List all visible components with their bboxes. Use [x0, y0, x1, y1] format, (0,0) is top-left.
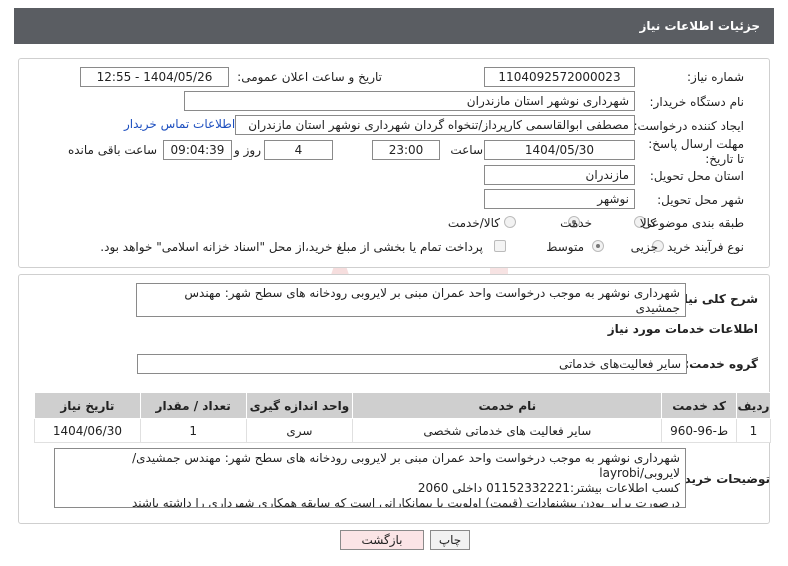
treasury-payment-note: پرداخت تمام یا بخشی از مبلغ خرید،از محل … — [100, 240, 483, 254]
service-group-field[interactable]: سایر فعالیت‌های خدماتی — [137, 354, 687, 374]
page-title: جزئیات اطلاعات نیاز — [14, 8, 774, 44]
cell-service-code: ط-96-960 — [661, 418, 737, 443]
table-header-row: ردیف کد خدمت نام خدمت واحد اندازه گیری ت… — [34, 392, 772, 419]
process-option-minor: جزیی — [630, 240, 658, 254]
announce-datetime-label: تاریخ و ساعت اعلان عمومی: — [237, 70, 382, 84]
print-button[interactable]: چاپ — [430, 530, 470, 550]
category-radio-goods-service[interactable] — [504, 216, 516, 228]
delivery-province-field[interactable]: مازندران — [484, 165, 635, 185]
need-number-label: شماره نیاز: — [687, 70, 744, 84]
summary-textbox[interactable]: شهرداری نوشهر به موجب درخواست واحد عمران… — [136, 283, 686, 317]
col-header-need-date: تاریخ نیاز — [34, 392, 141, 419]
cell-row-number: 1 — [735, 418, 772, 443]
buyer-contact-link[interactable]: اطلاعات تماس خریدار — [124, 117, 235, 131]
announce-datetime-field[interactable]: 1404/05/26 - 12:55 — [80, 67, 229, 87]
buyer-notes-line-4: درصورت برابر بودن پیشنهادات (قیمت) اولوی… — [132, 496, 680, 508]
service-group-label: گروه خدمت: — [684, 357, 758, 371]
delivery-city-label: شهر محل تحویل: — [657, 193, 744, 207]
cell-quantity: 1 — [139, 418, 247, 443]
treasury-payment-checkbox[interactable] — [494, 240, 506, 252]
col-header-quantity: تعداد / مقدار — [139, 392, 247, 419]
process-type-label: نوع فرآیند خرید : — [659, 240, 744, 254]
requester-field[interactable]: مصطفی ابوالقاسمی کارپرداز/تنخواه گردان ش… — [235, 115, 635, 135]
deadline-date-field[interactable]: 1404/05/30 — [484, 140, 635, 160]
buyer-notes-line-1: شهرداری نوشهر به موجب درخواست واحد عمران… — [132, 451, 680, 465]
cell-service-name: سایر فعالیت های خدماتی شخصی — [352, 418, 663, 443]
buyer-notes-textbox[interactable]: شهرداری نوشهر به موجب درخواست واحد عمران… — [54, 448, 686, 508]
col-header-service-code: کد خدمت — [661, 392, 737, 419]
deadline-days-field[interactable]: 4 — [264, 140, 333, 160]
buyer-org-field[interactable]: شهرداری نوشهر استان مازندران — [184, 91, 635, 111]
remaining-time-field[interactable]: 09:04:39 — [163, 140, 232, 160]
category-option-service: خدمت — [560, 216, 592, 230]
process-radio-medium[interactable] — [592, 240, 604, 252]
delivery-province-label: استان محل تحویل: — [649, 169, 744, 183]
deadline-label: مهلت ارسال پاسخ: تا تاریخ: — [648, 137, 744, 166]
cell-need-date: 1404/06/30 — [34, 418, 141, 443]
services-section-title: اطلاعات خدمات مورد نیاز — [607, 322, 758, 336]
requester-label: ایجاد کننده درخواست: — [633, 119, 744, 133]
need-number-field[interactable]: 1104092572000023 — [484, 67, 635, 87]
deadline-days-label: روز و — [234, 143, 261, 157]
deadline-time-field[interactable]: 23:00 — [372, 140, 440, 160]
deadline-time-label: ساعت — [450, 143, 483, 157]
cell-unit: سری — [245, 418, 354, 443]
remaining-time-label: ساعت باقی مانده — [67, 143, 157, 157]
col-header-row-number: ردیف — [735, 392, 772, 419]
buyer-notes-line-2: لایروبی/layrobi — [599, 466, 680, 480]
delivery-city-field[interactable]: نوشهر — [484, 189, 635, 209]
table-row: 1 ط-96-960 سایر فعالیت های خدماتی شخصی س… — [34, 418, 772, 443]
back-button[interactable]: بازگشت — [340, 530, 424, 550]
process-option-medium: متوسط — [546, 240, 584, 254]
buyer-notes-line-3: کسب اطلاعات بیشتر:01152332221 داخلی 2060 — [417, 481, 680, 495]
category-option-goods: کالا — [639, 216, 656, 230]
buyer-org-label: نام دستگاه خریدار: — [649, 95, 745, 109]
col-header-service-name: نام خدمت — [352, 392, 663, 419]
col-header-unit: واحد اندازه گیری — [245, 392, 354, 419]
services-table: ردیف کد خدمت نام خدمت واحد اندازه گیری ت… — [34, 392, 772, 443]
category-option-goods-service: کالا/خدمت — [447, 216, 500, 230]
